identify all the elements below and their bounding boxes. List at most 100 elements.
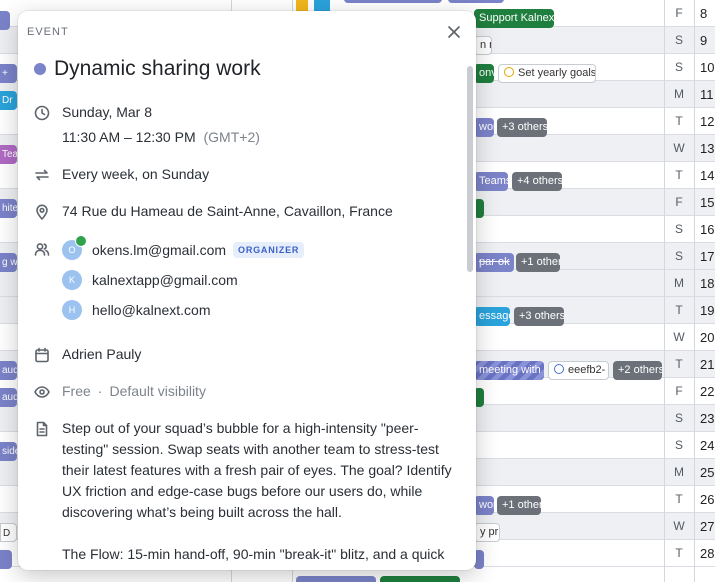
- day-number[interactable]: 11: [700, 87, 714, 102]
- day-number[interactable]: 21: [700, 357, 714, 372]
- task-ring-icon: [554, 364, 564, 374]
- weekday-letter: S: [674, 33, 683, 47]
- event-chip[interactable]: Tea: [0, 145, 17, 164]
- event-chip[interactable]: Dr: [0, 91, 17, 110]
- more-events-link[interactable]: +4 others: [512, 172, 562, 191]
- day-number[interactable]: 15: [700, 195, 714, 210]
- weekday-letter: T: [675, 168, 683, 182]
- event-chip[interactable]: [380, 576, 460, 582]
- event-chip-label: Set yearly goals f: [518, 67, 596, 79]
- description-icon: [36, 421, 48, 437]
- day-number[interactable]: 13: [700, 141, 714, 156]
- event-chip[interactable]: par ok: [474, 253, 514, 272]
- day-number[interactable]: 23: [700, 411, 714, 426]
- event-chip[interactable]: [448, 0, 504, 3]
- weekday-letter: S: [674, 438, 683, 452]
- avatar: O: [62, 235, 87, 260]
- day-number[interactable]: 12: [700, 114, 714, 129]
- more-events-link[interactable]: +1 other: [497, 496, 541, 515]
- clock-icon: [34, 105, 50, 121]
- day-number[interactable]: 28: [700, 546, 714, 561]
- event-chip[interactable]: eeefb2-: [548, 361, 609, 380]
- event-chip[interactable]: Set yearly goals f: [498, 64, 596, 83]
- event-chip[interactable]: y pric: [474, 523, 500, 542]
- more-events-link[interactable]: +3 others: [514, 307, 564, 326]
- avatar: K: [62, 270, 82, 290]
- event-chip[interactable]: meeting with c: [474, 361, 544, 380]
- event-chip[interactable]: [344, 0, 442, 3]
- weekday-letter: F: [675, 384, 683, 398]
- grid-line: [694, 0, 695, 582]
- visibility-status: Default visibility: [109, 383, 206, 399]
- day-number[interactable]: 20: [700, 330, 714, 345]
- grid-line: [664, 0, 665, 582]
- event-location: 74 Rue du Hameau de Saint-Anne, Cavaillo…: [34, 203, 393, 220]
- weekday-letter: S: [674, 411, 683, 425]
- weekday-letter: M: [674, 465, 684, 479]
- weekday-letter: T: [675, 303, 683, 317]
- day-number[interactable]: 19: [700, 303, 714, 318]
- day-number[interactable]: 9: [700, 33, 707, 48]
- more-events-link[interactable]: +2 others: [613, 361, 662, 380]
- event-chip[interactable]: wor: [474, 496, 494, 515]
- day-number[interactable]: 17: [700, 249, 714, 264]
- event-availability: Free · Default visibility: [34, 383, 206, 400]
- event-chip[interactable]: n n: [474, 36, 492, 55]
- close-icon: [448, 26, 460, 38]
- event-chip[interactable]: aud: [0, 361, 17, 380]
- event-chip[interactable]: [0, 550, 12, 569]
- event-chip[interactable]: aud: [0, 388, 17, 407]
- event-chip[interactable]: wor: [474, 118, 494, 137]
- day-number[interactable]: 27: [700, 519, 714, 534]
- event-chip[interactable]: [296, 576, 376, 582]
- event-chip[interactable]: [0, 11, 10, 30]
- event-chip[interactable]: side: [0, 442, 17, 461]
- owner-name: Adrien Pauly: [62, 346, 142, 362]
- day-number[interactable]: 18: [700, 276, 714, 291]
- weekday-letter: F: [675, 195, 683, 209]
- weekday-letter: F: [675, 6, 683, 20]
- calendar-icon: [35, 347, 49, 363]
- event-chip[interactable]: Support Kalnext: [474, 9, 554, 28]
- attendee-email: hello@kalnext.com: [92, 302, 211, 318]
- weekday-letter: S: [674, 222, 683, 236]
- day-number[interactable]: 25: [700, 465, 714, 480]
- event-location-text[interactable]: 74 Rue du Hameau de Saint-Anne, Cavaillo…: [62, 203, 393, 219]
- description-paragraph: Step out of your squad’s bubble for a hi…: [62, 420, 452, 520]
- attendee-row[interactable]: K kalnextapp@gmail.com: [62, 270, 238, 290]
- event-chip[interactable]: g w: [0, 253, 17, 272]
- event-time: 11:30 AM – 12:30 PM: [62, 129, 196, 145]
- weekday-letter: T: [675, 546, 683, 560]
- event-chip[interactable]: essage: [474, 307, 510, 326]
- attendee-row[interactable]: O okens.lm@gmail.com ORGANIZER: [62, 235, 305, 260]
- more-events-link[interactable]: +3 others: [497, 118, 547, 137]
- event-chip[interactable]: Teams: [474, 172, 508, 191]
- accepted-check-icon: [75, 235, 87, 247]
- attendee-email: okens.lm@gmail.com: [92, 242, 227, 258]
- event-chip[interactable]: onv: [474, 64, 494, 83]
- popup-scrollbar[interactable]: [467, 66, 473, 272]
- day-number[interactable]: 26: [700, 492, 714, 507]
- day-number[interactable]: 8: [700, 6, 707, 21]
- day-number[interactable]: 16: [700, 222, 714, 237]
- event-chip-label: eeefb2-: [568, 364, 606, 376]
- event-recurrence-text: Every week, on Sunday: [62, 166, 210, 182]
- weekday-letter: W: [673, 141, 685, 155]
- event-chip[interactable]: D: [0, 523, 17, 542]
- close-button[interactable]: [446, 24, 462, 40]
- weekday-letter: W: [673, 519, 685, 533]
- day-number[interactable]: 22: [700, 384, 714, 399]
- event-calendar-owner: Adrien Pauly: [34, 346, 141, 363]
- weekday-letter: W: [673, 330, 685, 344]
- day-number[interactable]: 24: [700, 438, 714, 453]
- weekday-letter: T: [675, 114, 683, 128]
- availability-status: Free: [62, 383, 91, 399]
- event-chip[interactable]: hite: [0, 199, 17, 218]
- event-time-line: 11:30 AM – 12:30 PM (GMT+2): [62, 129, 260, 145]
- popup-header-label: EVENT: [27, 26, 69, 38]
- event-chip[interactable]: +: [0, 64, 17, 83]
- attendee-row[interactable]: H hello@kalnext.com: [62, 300, 211, 320]
- more-events-link[interactable]: +1 other: [516, 253, 560, 272]
- day-number[interactable]: 14: [700, 168, 714, 183]
- day-number[interactable]: 10: [700, 60, 714, 75]
